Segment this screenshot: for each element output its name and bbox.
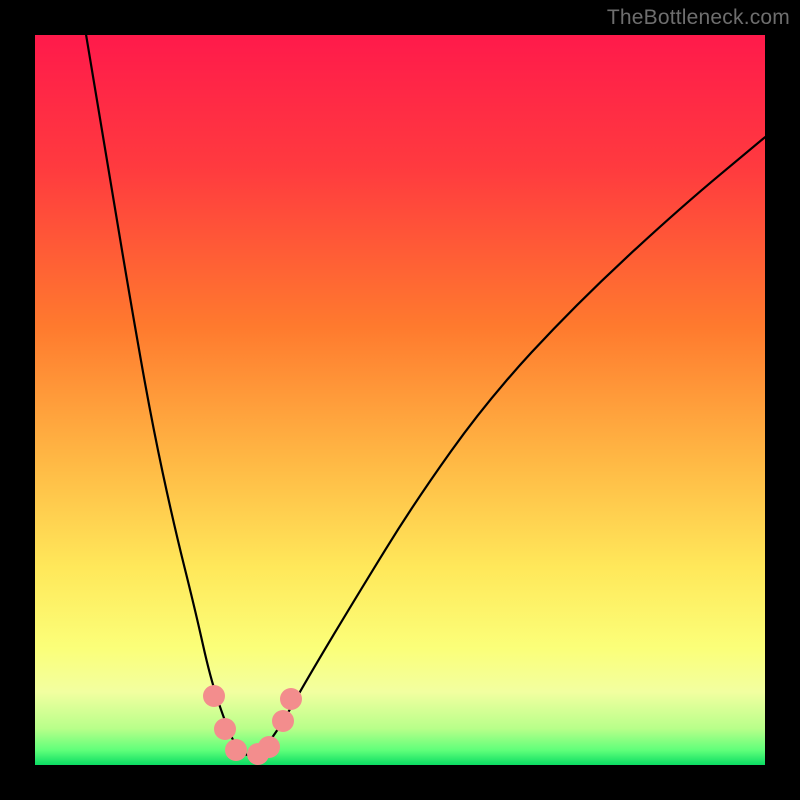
marker-point xyxy=(258,736,280,758)
marker-point xyxy=(272,710,294,732)
chart-stage: TheBottleneck.com xyxy=(0,0,800,800)
marker-point xyxy=(214,718,236,740)
marker-point xyxy=(203,685,225,707)
markers-layer xyxy=(35,35,765,765)
plot-area xyxy=(35,35,765,765)
watermark-text: TheBottleneck.com xyxy=(607,6,790,30)
marker-point xyxy=(280,688,302,710)
marker-point xyxy=(225,739,247,761)
